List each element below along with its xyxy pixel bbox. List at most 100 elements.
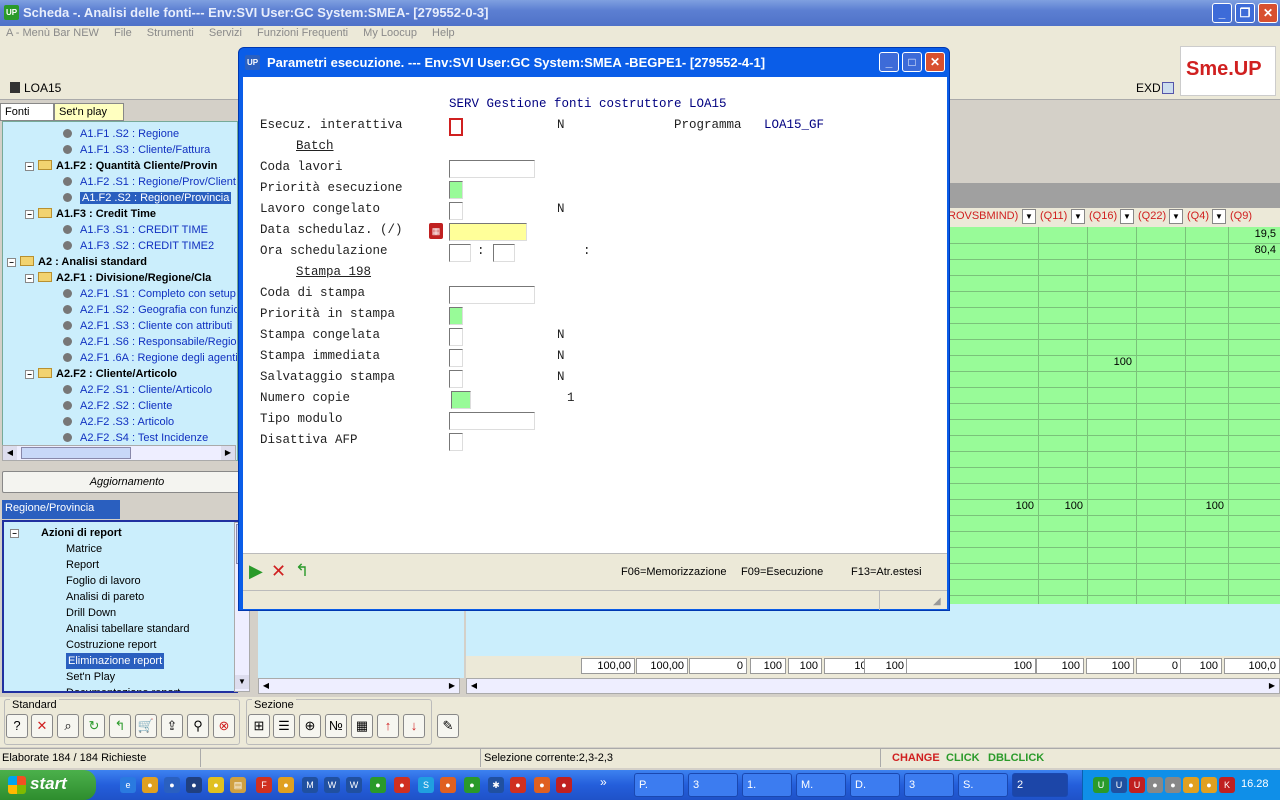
- menu-item-strumenti[interactable]: Strumenti: [141, 26, 200, 40]
- coda-lavori-field[interactable]: [449, 160, 535, 178]
- resize-grip-icon[interactable]: ◢: [933, 596, 941, 607]
- grid-cell[interactable]: 100: [1185, 500, 1224, 512]
- ie-icon[interactable]: e: [120, 777, 136, 793]
- window-titlebar[interactable]: UP Scheda -. Analisi delle fonti--- Env:…: [0, 0, 1280, 26]
- scroll-right-icon[interactable]: ▶: [221, 446, 235, 460]
- app-icon[interactable]: M: [302, 777, 318, 793]
- action-item[interactable]: Analisi tabellare standard: [66, 621, 190, 637]
- action-item[interactable]: Drill Down: [66, 605, 116, 621]
- action-item[interactable]: Foglio di lavoro: [66, 573, 141, 589]
- tree-folder[interactable]: − A1.F2 : Quantità Cliente/Provin: [25, 158, 217, 174]
- dialog-maximize-button[interactable]: □: [902, 52, 922, 72]
- action-item[interactable]: Report: [66, 557, 99, 573]
- menu-item-file[interactable]: File: [108, 26, 138, 40]
- action-item[interactable]: Costruzione report: [66, 637, 157, 653]
- menu-item-funzioni[interactable]: Funzioni Frequenti: [251, 26, 354, 40]
- tree-leaf[interactable]: A1.F2 .S1 : Regione/Prov/Client: [63, 174, 236, 190]
- minimize-button[interactable]: _: [1212, 3, 1232, 23]
- salvataggio-field[interactable]: [449, 370, 463, 388]
- tree-leaf[interactable]: A1.F3 .S2 : CREDIT TIME2: [63, 238, 214, 254]
- menu-item-menubar[interactable]: A - Menù Bar NEW: [0, 26, 105, 40]
- section-tree-icon[interactable]: ⊞: [248, 714, 270, 738]
- cancel-icon[interactable]: ✕: [31, 714, 53, 738]
- aggiornamento-button[interactable]: Aggiornamento: [2, 471, 252, 493]
- numero-copie-field[interactable]: [451, 391, 471, 409]
- tray-icon[interactable]: ●: [1183, 777, 1199, 793]
- tree-leaf[interactable]: A1.F1 .S2 : Regione: [63, 126, 179, 142]
- bluetooth-icon[interactable]: ✱: [488, 777, 504, 793]
- zoom-icon[interactable]: ⚲: [187, 714, 209, 738]
- disattiva-afp-field[interactable]: [449, 433, 463, 451]
- priorita-esecuzione-field[interactable]: [449, 181, 463, 199]
- data-schedulazione-field[interactable]: [449, 223, 527, 241]
- skype-icon[interactable]: S: [418, 777, 434, 793]
- tree-folder[interactable]: − A2.F2 : Cliente/Articolo: [25, 366, 177, 382]
- middle-horizontal-scrollbar[interactable]: ◀ ▶: [258, 678, 460, 694]
- tree-folder[interactable]: − A2 : Analisi standard: [7, 254, 147, 270]
- app-icon[interactable]: ●: [164, 777, 180, 793]
- tree-leaf[interactable]: A2.F1 .6A : Regione degli agenti: [63, 350, 237, 366]
- priorita-stampa-field[interactable]: [449, 307, 463, 325]
- column-header[interactable]: (Q22): [1138, 210, 1166, 222]
- column-filter-dropdown-icon[interactable]: ▼: [1212, 209, 1226, 224]
- f09-key[interactable]: F09=Esecuzione: [741, 566, 823, 578]
- dialog-close-button[interactable]: ✕: [925, 52, 945, 72]
- stampa-congelata-field[interactable]: [449, 328, 463, 346]
- tree-leaf[interactable]: A2.F1 .S2 : Geografia con funzio: [63, 302, 237, 318]
- stampa-immediata-field[interactable]: [449, 349, 463, 367]
- tree-leaf[interactable]: A2.F2 .S2 : Cliente: [63, 398, 172, 414]
- tipo-modulo-field[interactable]: [449, 412, 535, 430]
- tree-leaf[interactable]: A2.F2 .S3 : Articolo: [63, 414, 174, 430]
- section-grid-icon[interactable]: ▦: [351, 714, 373, 738]
- taskbar-task[interactable]: 3: [904, 773, 954, 797]
- firefox-icon[interactable]: ●: [534, 777, 550, 793]
- column-header[interactable]: ROVSBMIND): [948, 210, 1018, 222]
- scroll-left-icon[interactable]: ◀: [467, 679, 481, 693]
- chevron-right-icon[interactable]: »: [600, 775, 607, 789]
- app-icon[interactable]: ●: [278, 777, 294, 793]
- tray-icon[interactable]: K: [1219, 777, 1235, 793]
- column-header[interactable]: (Q16): [1089, 210, 1117, 222]
- f13-key[interactable]: F13=Atr.estesi: [851, 566, 922, 578]
- grid-cell[interactable]: 100: [1087, 356, 1132, 368]
- user-icon[interactable]: [1162, 82, 1174, 94]
- app-icon[interactable]: ●: [186, 777, 202, 793]
- column-header[interactable]: (Q4): [1187, 210, 1209, 222]
- cancel-icon[interactable]: ✕: [271, 561, 286, 582]
- f06-key[interactable]: F06=Memorizzazione: [621, 566, 726, 578]
- tree-leaf[interactable]: A2.F1 .S3 : Cliente con attributi: [63, 318, 232, 334]
- tray-icon[interactable]: ●: [1165, 777, 1181, 793]
- taskbar-task[interactable]: S.: [958, 773, 1008, 797]
- tray-icon[interactable]: U: [1093, 777, 1109, 793]
- esecuz-field[interactable]: [449, 118, 463, 136]
- maximize-button[interactable]: ❐: [1235, 3, 1255, 23]
- app-icon[interactable]: ●: [208, 777, 224, 793]
- actions-title[interactable]: − Azioni di report: [10, 525, 122, 541]
- move-up-icon[interactable]: ↑: [377, 714, 399, 738]
- folder-icon[interactable]: ▤: [230, 777, 246, 793]
- scroll-left-icon[interactable]: ◀: [3, 446, 17, 460]
- tray-icon[interactable]: ●: [1147, 777, 1163, 793]
- tray-icon[interactable]: ●: [1201, 777, 1217, 793]
- action-item[interactable]: Eliminazione report: [66, 653, 165, 669]
- scroll-left-icon[interactable]: ◀: [259, 679, 273, 693]
- edit-icon[interactable]: ✎: [437, 714, 459, 738]
- taskbar-task[interactable]: 1.: [742, 773, 792, 797]
- tree-leaf[interactable]: A2.F1 .S6 : Responsabile/Regio: [63, 334, 237, 350]
- section-numbered-icon[interactable]: №: [325, 714, 347, 738]
- tree-leaf[interactable]: A2.F1 .S1 : Completo con setup: [63, 286, 236, 302]
- help-icon[interactable]: ?: [6, 714, 28, 738]
- column-filter-dropdown-icon[interactable]: ▼: [1120, 209, 1134, 224]
- app-icon[interactable]: ●: [556, 777, 572, 793]
- taskbar-task[interactable]: M.: [796, 773, 846, 797]
- app-icon[interactable]: ●: [142, 777, 158, 793]
- tray-icon[interactable]: U: [1129, 777, 1145, 793]
- calendar-icon[interactable]: ▦: [429, 223, 443, 239]
- action-item[interactable]: Matrice: [66, 541, 102, 557]
- action-item[interactable]: Analisi di pareto: [66, 589, 144, 605]
- move-down-icon[interactable]: ↓: [403, 714, 425, 738]
- scroll-down-icon[interactable]: ▼: [235, 675, 249, 689]
- close-button[interactable]: ✕: [1258, 3, 1278, 23]
- app-icon[interactable]: ●: [464, 777, 480, 793]
- grid-cell[interactable]: 100: [946, 500, 1034, 512]
